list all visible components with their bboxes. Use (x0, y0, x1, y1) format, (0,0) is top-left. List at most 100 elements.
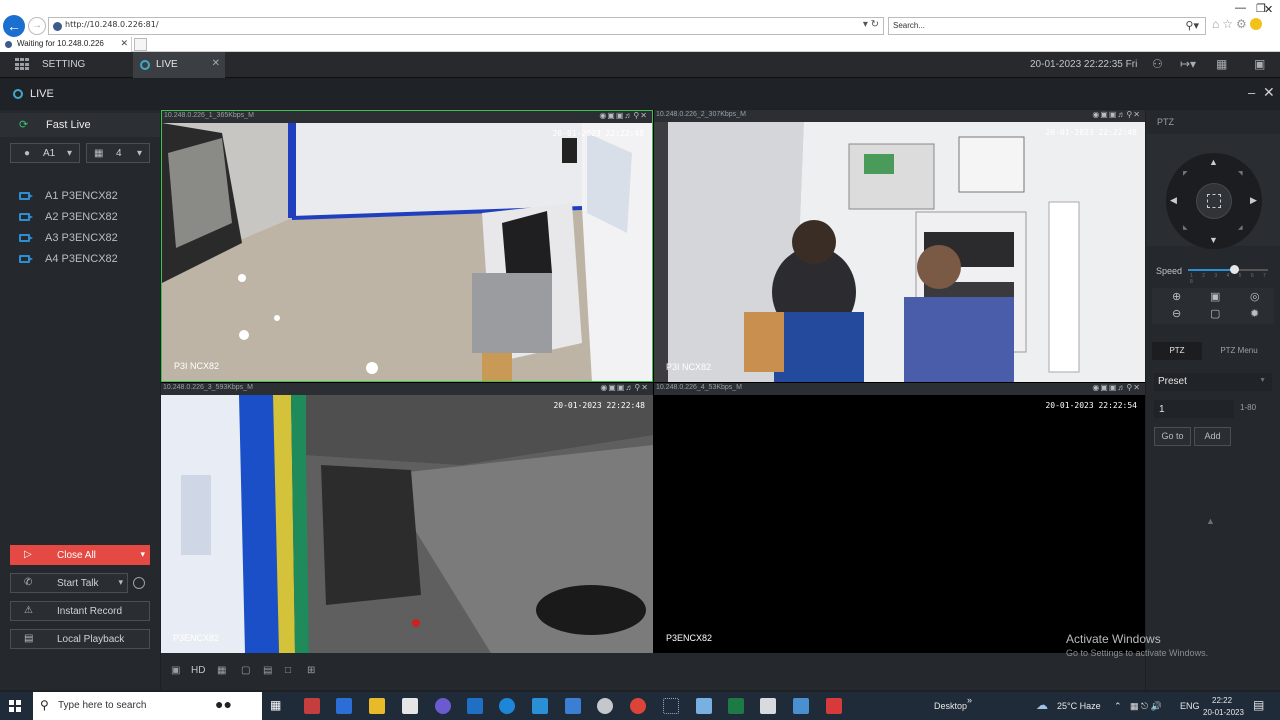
app-icon-2[interactable] (336, 698, 352, 714)
instant-record-button[interactable]: ⚠ Instant Record (10, 601, 150, 621)
desktop-toolbar[interactable]: Desktop (934, 701, 967, 711)
taskbar-search[interactable]: ⚲ Type here to search ●● (33, 692, 262, 720)
app-icon-9[interactable] (826, 698, 842, 714)
chevron-down-icon[interactable]: ▾ (118, 577, 123, 588)
tray-chevron-icon[interactable]: ⌃ (1114, 701, 1122, 712)
window-icon[interactable]: ▤ (263, 665, 272, 676)
app-icon-8[interactable] (793, 698, 809, 714)
hd-toggle[interactable]: HD (191, 665, 205, 676)
app-icon-5[interactable] (663, 698, 679, 714)
close-all-button[interactable]: ▷ Close All ▾ (10, 545, 150, 565)
app-icon-7[interactable] (760, 698, 776, 714)
notifications-icon[interactable]: ▤ (1253, 698, 1264, 712)
language-indicator[interactable]: ENG (1180, 701, 1200, 711)
arrow-right-icon[interactable]: ▶ (1250, 195, 1257, 206)
live-tab[interactable]: LIVE ✕ (133, 52, 225, 78)
url-text[interactable]: http://10.248.0.226:81/ (65, 20, 159, 29)
browser-tab[interactable]: Waiting for 10.248.0.226 ✕ (0, 37, 132, 52)
search-icon[interactable]: ⚲▾ (1185, 19, 1199, 32)
layout-select[interactable]: ▦ 4 ▾ (86, 143, 150, 163)
browser-search-field[interactable]: Search... ⚲▾ (888, 17, 1206, 35)
add-preset-button[interactable]: Add (1194, 427, 1231, 446)
gear-icon[interactable]: ⚙ (1236, 17, 1250, 31)
local-playback-button[interactable]: ▤ Local Playback (10, 629, 150, 649)
app-icon-3[interactable] (435, 698, 451, 714)
store-icon[interactable] (402, 698, 418, 714)
tile-controls-icon[interactable]: ◉▣▣♬⚲✕ (1092, 383, 1141, 392)
minimize-icon[interactable]: — (1235, 2, 1246, 14)
internet-explorer-icon[interactable] (499, 698, 515, 714)
favorites-icon[interactable]: ☆ (1222, 17, 1236, 31)
tray-icons[interactable]: ▦ ⎋ 🔊 (1130, 701, 1162, 712)
preset-number-input[interactable]: 1 (1154, 400, 1234, 418)
arrow-up-left-icon[interactable]: ◤ (1183, 170, 1188, 177)
fluency-icon[interactable]: ▦ (217, 665, 226, 676)
focus-far-icon[interactable]: ▢ (1210, 307, 1220, 320)
device-item[interactable]: A2 P3ENCX82 (0, 207, 160, 228)
ptz-auto-focus-button[interactable] (1196, 183, 1232, 219)
refresh-icon[interactable]: ▾ ↻ (863, 19, 879, 30)
address-bar[interactable]: http://10.248.0.226:81/ ▾ ↻ (48, 17, 884, 35)
setting-tab[interactable]: SETTING (42, 59, 85, 70)
aspect-ratio-icon[interactable]: ▣ (171, 665, 180, 676)
arrow-left-icon[interactable]: ◀ (1170, 195, 1177, 206)
iris-open-icon[interactable]: ◎ (1250, 290, 1260, 303)
arrow-down-left-icon[interactable]: ◣ (1183, 224, 1188, 231)
talk-status-indicator[interactable] (133, 577, 145, 589)
single-view-icon[interactable]: □ (285, 665, 291, 676)
stream-select[interactable]: ● A1 ▾ (10, 143, 80, 163)
arrow-up-right-icon[interactable]: ◥ (1238, 170, 1243, 177)
goto-preset-button[interactable]: Go to (1154, 427, 1191, 446)
layout-icon[interactable]: ▦ (1216, 57, 1227, 71)
forward-arrow-icon[interactable]: → (28, 17, 46, 35)
close-panel-icon[interactable]: ✕ (1263, 84, 1275, 101)
mail-icon[interactable] (532, 698, 548, 714)
weather-text[interactable]: 25°C Haze (1057, 701, 1101, 711)
device-item[interactable]: A4 P3ENCX82 (0, 249, 160, 270)
collapse-caret-icon[interactable]: ▲ (1206, 516, 1215, 526)
start-talk-button[interactable]: ✆ Start Talk ▾ (10, 573, 128, 593)
video-tile-2[interactable]: 10.248.0.226_2_307Kbps_M ◉▣▣♬⚲✕ 20-01-20… (654, 110, 1145, 382)
tile-controls-icon[interactable]: ◉▣▣♬⚲✕ (1092, 110, 1141, 119)
tile-controls-icon[interactable]: ◉▣▣♬⚲✕ (599, 111, 648, 120)
user-icon[interactable]: ⚇ (1152, 57, 1163, 71)
taskbar-time[interactable]: 22:22 (1212, 696, 1232, 705)
zoom-out-icon[interactable]: ⊖ (1172, 307, 1181, 320)
device-item[interactable]: A3 P3ENCX82 (0, 228, 160, 249)
tab-close-icon[interactable]: ✕ (120, 38, 128, 49)
windows-start-icon[interactable] (9, 700, 21, 712)
video-tile-1[interactable]: 10.248.0.226_1_365Kbps_M ◉▣▣♬⚲✕ 20-01-20… (161, 110, 653, 382)
fullscreen-icon[interactable]: ▣ (1254, 57, 1265, 71)
app-icon-4[interactable] (597, 698, 613, 714)
crop-icon[interactable]: ▢ (241, 665, 250, 676)
main-menu-grid-icon[interactable] (15, 58, 29, 71)
taskbar-date[interactable]: 20-01-2023 (1203, 708, 1244, 717)
chrome-icon[interactable] (630, 698, 646, 714)
close-window-icon[interactable]: ✕ (1264, 3, 1273, 16)
logout-icon[interactable]: ↦▾ (1180, 57, 1196, 71)
split-view-icon[interactable]: ⊞ (307, 665, 315, 676)
video-tile-4[interactable]: 10.248.0.226_4_53Kbps_M ◉▣▣♬⚲✕ 20-01-202… (654, 383, 1145, 653)
vnc-icon[interactable] (565, 698, 581, 714)
file-explorer-icon[interactable] (369, 698, 385, 714)
chevron-down-icon[interactable]: ▾ (140, 549, 145, 560)
zoom-in-icon[interactable]: ⊕ (1172, 290, 1181, 303)
fast-live-item[interactable]: ⟳ Fast Live (0, 113, 160, 137)
task-view-icon[interactable]: ▦ (270, 698, 286, 714)
chevron-icon[interactable]: » (967, 695, 972, 705)
app-icon-1[interactable] (304, 698, 320, 714)
preset-select[interactable]: Preset ▼ (1154, 373, 1272, 391)
speed-slider[interactable] (1188, 265, 1268, 274)
minimize-panel-icon[interactable]: – (1248, 85, 1255, 100)
new-tab-button[interactable] (134, 38, 147, 51)
ptz-direction-wheel[interactable]: ▲ ▼ ◀ ▶ ◤ ◥ ◣ ◢ (1166, 153, 1262, 249)
focus-near-icon[interactable]: ▣ (1210, 290, 1220, 303)
app-icon-6[interactable] (696, 698, 712, 714)
back-arrow-icon[interactable]: ← (3, 15, 25, 37)
live-tab-close-icon[interactable]: ✕ (212, 58, 220, 69)
excel-icon[interactable] (728, 698, 744, 714)
arrow-down-icon[interactable]: ▼ (1209, 235, 1218, 245)
tile-controls-icon[interactable]: ◉▣▣♬⚲✕ (600, 383, 649, 392)
feedback-smiley-icon[interactable] (1249, 18, 1262, 30)
tab-ptz[interactable]: PTZ (1152, 342, 1202, 360)
